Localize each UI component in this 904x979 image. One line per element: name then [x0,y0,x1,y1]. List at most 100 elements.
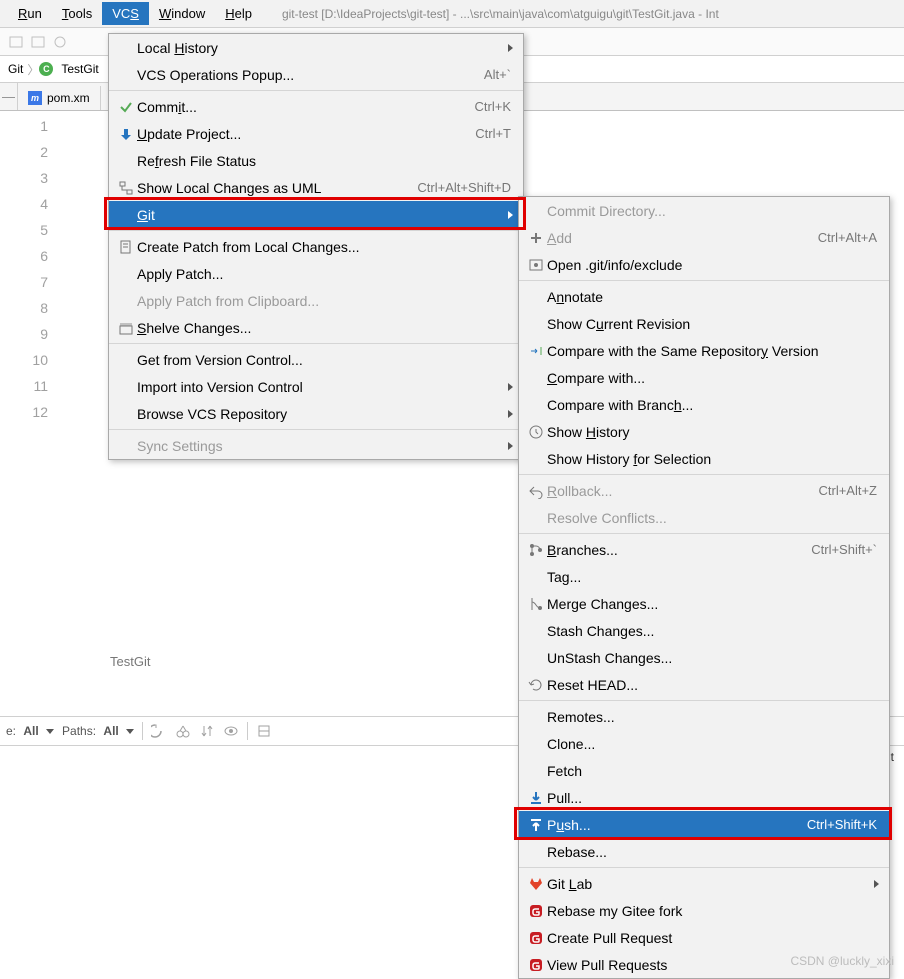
sort-icon[interactable] [199,723,215,739]
git-menu-item[interactable]: Show History [519,418,889,445]
git-menu-item[interactable]: Fetch [519,757,889,784]
menu-separator [519,867,889,868]
menu-item-label: Apply Patch from Clipboard... [137,293,511,309]
git-menu-item[interactable]: Git Lab [519,870,889,897]
menu-item-label: Sync Settings [137,438,511,454]
menu-bar: Run Tools VCS Window Help git-test [D:\I… [0,0,904,28]
git-menu-item[interactable]: Annotate [519,283,889,310]
update-icon [115,126,137,142]
menu-run[interactable]: Run [8,2,52,25]
uml-icon [115,180,137,196]
menu-item-label: Show History for Selection [547,451,877,467]
git-menu-item[interactable]: Pull... [519,784,889,811]
vcs-menu-item[interactable]: Shelve Changes... [109,314,523,341]
shelve-icon [115,320,137,336]
line-number: 2 [0,139,48,165]
line-number: 9 [0,321,48,347]
menu-item-label: Fetch [547,763,877,779]
menu-item-label: Reset HEAD... [547,677,877,693]
git-menu-item[interactable]: Rebase my Gitee fork [519,897,889,924]
tab-pom[interactable]: m pom.xm [18,86,101,110]
menu-item-shortcut: Ctrl+Shift+` [811,542,877,557]
menu-item-label: Commit... [137,99,475,115]
vcs-menu-item[interactable]: Get from Version Control... [109,346,523,373]
toolbar-icon-3[interactable] [52,34,68,50]
menu-item-shortcut: Ctrl+Alt+A [818,230,877,245]
push-icon [525,817,547,833]
line-number: 6 [0,243,48,269]
gitee-icon [525,930,547,946]
gitlab-icon [525,876,547,892]
refresh-icon[interactable] [151,723,167,739]
git-menu-item[interactable]: Branches...Ctrl+Shift+` [519,536,889,563]
reset-icon [525,677,547,693]
line-number: 12 [0,399,48,425]
vcs-menu-item[interactable]: Apply Patch... [109,260,523,287]
git-menu-item[interactable]: Show History for Selection [519,445,889,472]
menu-separator [109,230,523,231]
git-menu-item: Commit Directory... [519,197,889,224]
window-title: git-test [D:\IdeaProjects\git-test] - ..… [282,7,719,21]
vcs-menu-item[interactable]: Browse VCS Repository [109,400,523,427]
git-menu-item[interactable]: Open .git/info/exclude [519,251,889,278]
menu-item-label: Show History [547,424,877,440]
vcs-menu-item[interactable]: Show Local Changes as UMLCtrl+Alt+Shift+… [109,174,523,201]
git-menu-item[interactable]: Compare with Branch... [519,391,889,418]
vcs-menu-item[interactable]: Refresh File Status [109,147,523,174]
git-menu-item[interactable]: Create Pull Request [519,924,889,951]
menu-item-label: Compare with the Same Repository Version [547,343,877,359]
menu-item-label: Stash Changes... [547,623,877,639]
git-menu-item[interactable]: Tag... [519,563,889,590]
git-menu-item[interactable]: Stash Changes... [519,617,889,644]
menu-item-shortcut: Ctrl+T [475,126,511,141]
toolbar-icon-1[interactable] [8,34,24,50]
git-menu-item[interactable]: Rebase... [519,838,889,865]
filter-paths[interactable]: Paths: All [62,724,134,738]
line-number: 3 [0,165,48,191]
menu-item-label: UnStash Changes... [547,650,877,666]
git-menu-item[interactable]: Clone... [519,730,889,757]
git-menu-item[interactable]: Merge Changes... [519,590,889,617]
menu-item-label: Merge Changes... [547,596,877,612]
menu-tools[interactable]: Tools [52,2,102,25]
git-menu-item[interactable]: Remotes... [519,703,889,730]
menu-item-label: Tag... [547,569,877,585]
menu-item-label: Annotate [547,289,877,305]
git-menu-item[interactable]: Show Current Revision [519,310,889,337]
git-menu-item[interactable]: Reset HEAD... [519,671,889,698]
menu-separator [109,90,523,91]
git-menu-item[interactable]: Push...Ctrl+Shift+K [519,811,889,838]
menu-help[interactable]: Help [215,2,262,25]
breadcrumb-seg-1[interactable]: Git [4,62,27,76]
line-number: 11 [0,373,48,399]
git-menu-item[interactable]: UnStash Changes... [519,644,889,671]
eye-icon[interactable] [223,723,239,739]
menu-item-shortcut: Ctrl+Alt+Z [818,483,877,498]
vcs-menu-item[interactable]: Local History [109,34,523,61]
vcs-menu-item[interactable]: Commit...Ctrl+K [109,93,523,120]
line-number: 5 [0,217,48,243]
menu-vcs[interactable]: VCS [102,2,149,25]
vcs-menu-item[interactable]: Update Project...Ctrl+T [109,120,523,147]
vcs-menu-item[interactable]: Import into Version Control [109,373,523,400]
compare-icon [525,343,547,359]
menu-window[interactable]: Window [149,2,215,25]
cherry-pick-icon[interactable] [175,723,191,739]
git-menu-item[interactable]: Compare with... [519,364,889,391]
menu-item-label: Shelve Changes... [137,320,511,336]
menu-item-label: Git Lab [547,876,877,892]
filter-e[interactable]: e: All [6,724,54,738]
toolbar-icon-2[interactable] [30,34,46,50]
class-icon: C [39,62,53,76]
vcs-menu-item[interactable]: VCS Operations Popup...Alt+` [109,61,523,88]
menu-item-label: Local History [137,40,511,56]
vcs-menu-item: Apply Patch from Clipboard... [109,287,523,314]
vcs-menu-item[interactable]: Git [109,201,523,228]
git-menu-item: Resolve Conflicts... [519,504,889,531]
breadcrumb-seg-2[interactable]: TestGit [57,62,102,76]
settings-icon[interactable] [256,723,272,739]
menu-item-label: Apply Patch... [137,266,511,282]
git-menu-item[interactable]: Compare with the Same Repository Version [519,337,889,364]
vcs-menu-item[interactable]: Create Patch from Local Changes... [109,233,523,260]
menu-item-label: VCS Operations Popup... [137,67,484,83]
